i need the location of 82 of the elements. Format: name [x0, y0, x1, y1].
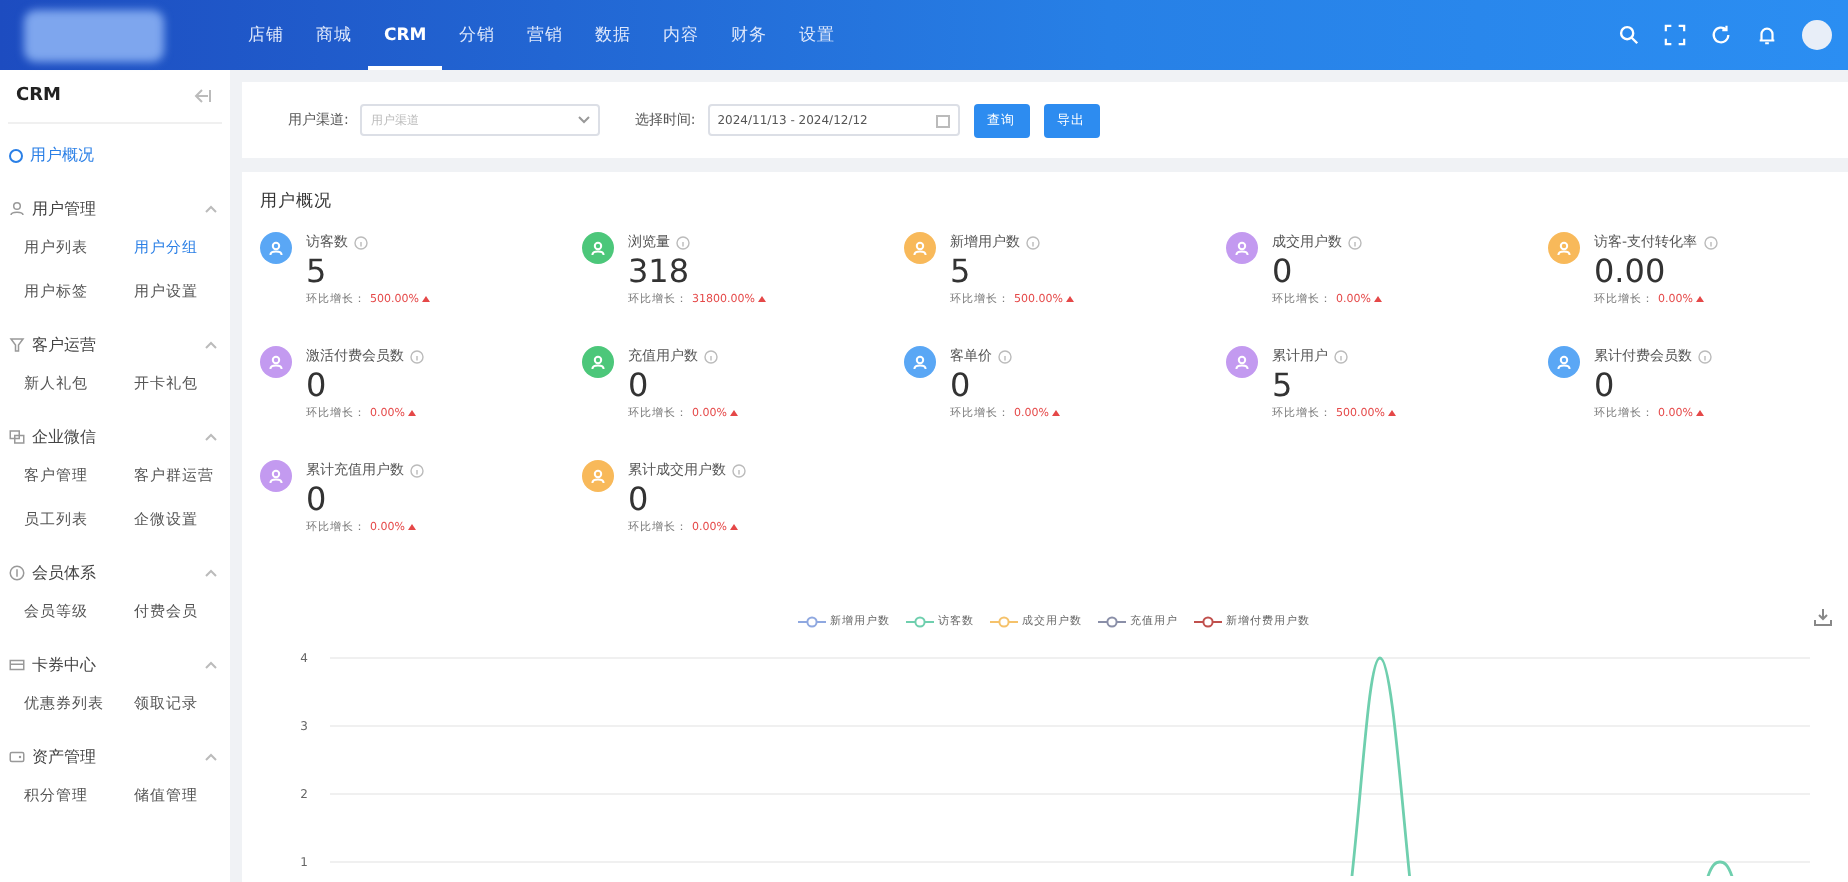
up-triangle-icon	[422, 296, 431, 302]
search-icon[interactable]	[1618, 24, 1640, 46]
funnel-icon	[8, 336, 26, 354]
logo-placeholder	[24, 9, 164, 61]
info-icon[interactable]	[410, 349, 424, 363]
up-triangle-icon	[730, 524, 739, 530]
menu-group[interactable]: 资产管理	[0, 726, 230, 774]
menu-group[interactable]: 企业微信	[0, 406, 230, 454]
caret-icon	[204, 568, 218, 578]
up-triangle-icon	[408, 410, 417, 416]
card-icon	[8, 656, 26, 674]
nav-tab[interactable]: 内容	[646, 0, 715, 70]
up-triangle-icon	[408, 524, 417, 530]
chevron-down-icon	[578, 116, 591, 124]
legend-marker[interactable]	[1194, 615, 1222, 627]
up-triangle-icon	[1388, 410, 1397, 416]
nav-tab[interactable]: 商城	[300, 0, 368, 70]
stat-value: 0	[306, 366, 329, 406]
up-triangle-icon	[730, 410, 739, 416]
calendar-icon	[935, 113, 950, 127]
circle-icon	[8, 147, 24, 163]
info-icon[interactable]	[410, 463, 424, 477]
stat-value: 0	[628, 480, 651, 520]
sidebar-item[interactable]: 用户概况	[0, 124, 102, 178]
stat-value: 0	[950, 366, 973, 406]
caret-icon	[204, 752, 218, 762]
section-title: 用户概况	[260, 190, 334, 214]
legend-marker[interactable]	[990, 615, 1018, 627]
refresh-icon[interactable]	[1710, 24, 1732, 46]
up-triangle-icon	[1374, 296, 1383, 302]
collapse-icon[interactable]	[194, 88, 212, 104]
up-triangle-icon	[1066, 296, 1075, 302]
bell-icon[interactable]	[1756, 24, 1778, 46]
menu-group[interactable]: 用户管理	[0, 178, 230, 226]
nav-tab[interactable]: 分销	[442, 0, 511, 70]
nav-tab[interactable]: 财务	[714, 0, 783, 70]
stat-value: 5	[950, 252, 973, 292]
menu-group[interactable]: 卡券中心	[0, 634, 230, 682]
stat-value: 318	[628, 252, 692, 292]
stat-value: 0	[1272, 252, 1295, 292]
stat-value: 0	[628, 366, 651, 406]
wallet-icon	[8, 748, 26, 766]
up-triangle-icon	[1052, 410, 1061, 416]
info-icon[interactable]	[1698, 349, 1712, 363]
info-icon[interactable]	[1026, 235, 1040, 249]
up-triangle-icon	[1696, 410, 1705, 416]
stat-value: 5	[1272, 366, 1295, 406]
nav-tab[interactable]: 营销	[510, 0, 579, 70]
info-icon[interactable]	[676, 235, 690, 249]
up-triangle-icon	[1696, 296, 1705, 302]
info-icon[interactable]	[998, 349, 1012, 363]
info-icon[interactable]	[354, 235, 368, 249]
menu-group[interactable]: 会员体系	[0, 542, 230, 590]
nav-tab[interactable]: CRM	[368, 0, 443, 70]
sidebar-title: CRM	[16, 86, 61, 106]
info-icon[interactable]	[704, 349, 718, 363]
person-icon	[8, 200, 26, 218]
legend-marker[interactable]	[906, 615, 934, 627]
badge-icon	[8, 564, 26, 582]
legend-marker[interactable]	[798, 615, 826, 627]
avatar[interactable]	[1802, 20, 1832, 50]
chat-icon	[8, 428, 26, 446]
up-triangle-icon	[758, 296, 767, 302]
caret-icon	[204, 660, 218, 670]
fullscreen-icon[interactable]	[1664, 24, 1686, 46]
stat-value: 0	[1594, 366, 1617, 406]
nav-tab[interactable]: 店铺	[232, 0, 300, 70]
info-icon[interactable]	[1348, 235, 1362, 249]
info-icon[interactable]	[1334, 349, 1348, 363]
info-icon[interactable]	[732, 463, 746, 477]
nav-tab[interactable]: 设置	[782, 0, 851, 70]
stat-value: 0.00	[1594, 252, 1668, 292]
caret-icon	[204, 204, 218, 214]
stat-value: 5	[306, 252, 329, 292]
legend-marker[interactable]	[1098, 615, 1126, 627]
download-icon[interactable]	[1814, 608, 1832, 626]
caret-icon	[204, 340, 218, 350]
caret-icon	[204, 432, 218, 442]
stat-value: 0	[306, 480, 329, 520]
nav-tab[interactable]: 数据	[578, 0, 647, 70]
menu-group[interactable]: 客户运营	[0, 314, 230, 362]
info-icon[interactable]	[1703, 235, 1718, 249]
